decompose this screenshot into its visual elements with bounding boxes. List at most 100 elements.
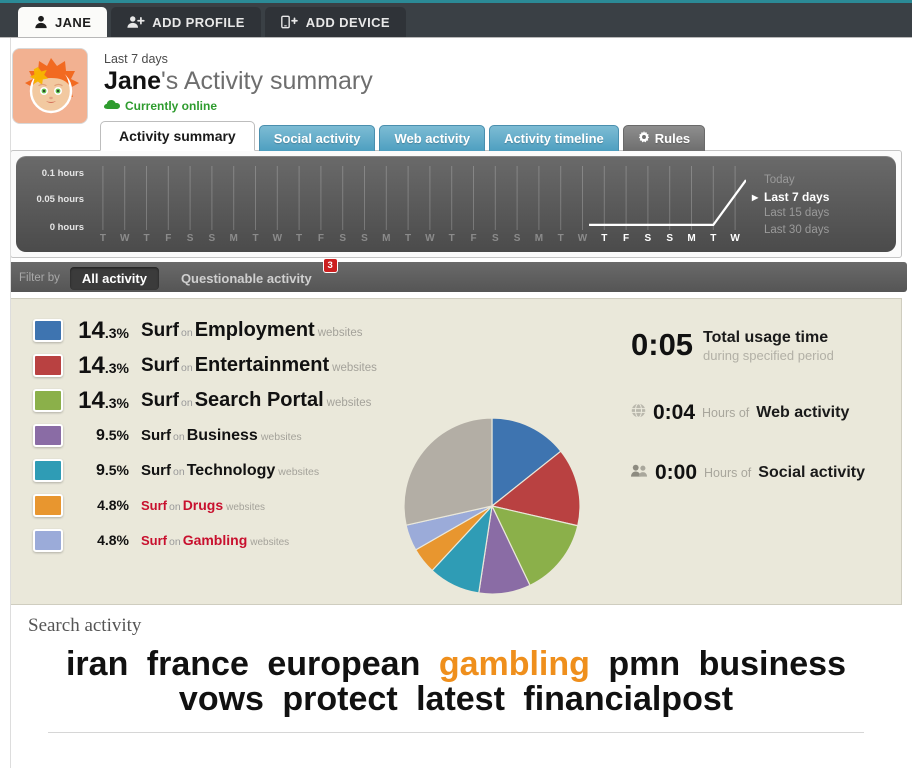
filter-questionable-activity[interactable]: Questionable activity 3 [169, 257, 338, 290]
add-profile-label: ADD PROFILE [152, 14, 245, 30]
add-profile-button[interactable]: ADD PROFILE [111, 7, 261, 37]
graph-x-label: T [448, 233, 455, 244]
graph-x-label: F [623, 233, 630, 244]
date-range-option[interactable]: Today [752, 172, 882, 189]
page-title-rest: 's Activity summary [160, 67, 373, 95]
legend-percent: 9.5% [95, 461, 129, 479]
search-term[interactable]: european [267, 645, 420, 683]
search-term[interactable]: pmn [608, 645, 680, 683]
search-term[interactable]: latest [416, 680, 505, 718]
social-activity-hours-of: Hours of [704, 466, 752, 480]
legend-percent: 4.8% [97, 496, 129, 513]
user-plus-icon [127, 15, 145, 29]
search-term-cloud: iran france european gambling pmn busine… [14, 647, 898, 716]
tab-social-activity-label: Social activity [273, 131, 361, 146]
legend-row[interactable]: 14.3% Surf on Search Portal websites [33, 383, 466, 418]
tab-web-activity[interactable]: Web activity [379, 125, 486, 151]
cloud-icon [104, 99, 120, 113]
tab-activity-summary[interactable]: Activity summary [100, 121, 255, 151]
graph-x-label: S [186, 233, 194, 244]
legend-percent: 14.3% [78, 351, 129, 379]
search-term[interactable]: business [699, 645, 846, 683]
filter-questionable-activity-label: Questionable activity [180, 270, 312, 286]
date-range-selector[interactable]: TodayLast 7 daysLast 15 daysLast 30 days [752, 172, 882, 238]
total-usage-value: 0:05 [631, 327, 694, 362]
total-usage-sublabel: during specified period [703, 348, 834, 363]
filter-all-activity[interactable]: All activity [69, 266, 159, 290]
search-term[interactable]: iran [66, 645, 128, 683]
graph-x-label: T [99, 233, 106, 244]
search-term[interactable]: france [147, 645, 249, 683]
legend-row[interactable]: 14.3% Surf on Entertainment websites [33, 348, 466, 383]
y-label-2: 0 hours [49, 222, 84, 233]
graph-x-label: S [513, 233, 521, 244]
total-usage-label: Total usage time [703, 329, 829, 346]
status-badge: Currently online [104, 99, 912, 113]
graph-x-axis: TWTFSSMTWTFSSMTWTFSSMTWTFSSMTW [92, 233, 746, 249]
legend-color-swatch [33, 459, 63, 482]
period-label: Last 7 days [104, 52, 168, 66]
social-activity-label: Social activity [758, 464, 865, 481]
date-range-option[interactable]: Last 30 days [752, 222, 882, 239]
filter-bar: Filter by All activity Questionable acti… [5, 257, 907, 292]
activity-pie-chart[interactable] [402, 416, 582, 596]
tab-rules-label: Rules [654, 131, 691, 146]
social-activity-stat: 0:00 Hours of Social activity [631, 461, 911, 485]
legend-color-swatch [33, 354, 63, 377]
add-device-button[interactable]: ADD DEVICE [264, 7, 406, 37]
social-activity-value: 0:00 [655, 461, 698, 484]
legend-color-swatch [33, 529, 63, 552]
graph-plot-area [92, 166, 746, 230]
section-tab-bar: Activity summary Social activity Web act… [100, 121, 709, 151]
graph-x-label: F [317, 233, 324, 244]
web-activity-hours-of: Hours of [702, 406, 750, 420]
graph-x-label: M [229, 233, 238, 244]
globe-icon [631, 403, 646, 423]
search-term[interactable]: vows [179, 680, 264, 718]
profile-tab-label: JANE [55, 14, 92, 30]
people-icon [631, 463, 648, 483]
graph-x-label: W [272, 233, 283, 244]
graph-x-label: S [339, 233, 347, 244]
pie-slice[interactable] [403, 417, 493, 526]
legend-row[interactable]: 14.3% Surf on Employment websites [33, 313, 466, 348]
tab-social-activity[interactable]: Social activity [258, 125, 376, 151]
profile-tab-jane[interactable]: JANE [18, 7, 108, 37]
search-activity-title: Search activity [28, 615, 142, 636]
legend-percent: 4.8% [97, 531, 129, 548]
date-range-option[interactable]: Last 7 days [752, 189, 882, 205]
search-term[interactable]: gambling [439, 645, 590, 683]
legend-color-swatch [33, 389, 63, 412]
tab-activity-timeline[interactable]: Activity timeline [489, 125, 619, 151]
tab-activity-timeline-label: Activity timeline [504, 131, 604, 146]
total-usage-stat: 0:05 Total usage time during specified p… [631, 329, 911, 365]
filter-all-activity-label: All activity [81, 270, 147, 286]
section-divider [48, 732, 864, 734]
graph-x-label: T [143, 233, 150, 244]
graph-x-label: S [491, 233, 499, 244]
search-term[interactable]: protect [282, 680, 397, 718]
legend-description: Surf on Business websites [141, 426, 302, 444]
usage-graph[interactable]: 0.1 hours 0.05 hours 0 hours T W T F S S M T W T F… [16, 156, 896, 252]
date-range-option[interactable]: Last 15 days [752, 205, 882, 222]
graph-x-label: M [687, 233, 696, 244]
graph-x-label: W [730, 233, 740, 244]
tab-rules[interactable]: Rules [622, 125, 706, 151]
legend-percent: 14.3% [78, 386, 129, 414]
graph-x-label: F [470, 233, 477, 244]
status-text: Currently online [125, 98, 218, 113]
graph-x-label: S [208, 233, 216, 244]
y-label-0: 0.1 hours [41, 168, 84, 179]
device-plus-icon [280, 15, 299, 29]
graph-x-label: W [119, 233, 130, 244]
legend-description: Surf on Entertainment websites [141, 354, 377, 376]
web-activity-label: Web activity [756, 404, 850, 421]
activity-summary-page: JANE ADD PROFILE ADD DEVICE Last 7 days … [0, 0, 912, 768]
questionable-count-badge: 3 [322, 257, 338, 273]
legend-percent: 14.3% [78, 316, 129, 344]
search-term[interactable]: financialpost [523, 680, 733, 718]
avatar[interactable] [12, 48, 88, 124]
legend-description: Surf on Search Portal websites [141, 389, 372, 411]
graph-x-label: W [425, 233, 435, 244]
y-label-1: 0.05 hours [36, 194, 84, 205]
